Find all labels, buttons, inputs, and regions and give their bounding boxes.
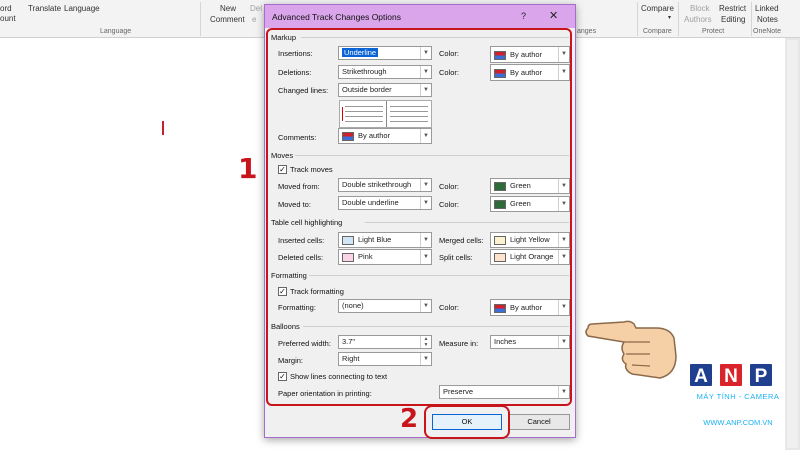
changes-group-label: anges xyxy=(577,28,597,35)
new-comment-button-line1[interactable]: New xyxy=(220,4,236,13)
delete-comment-button-partial-line2[interactable]: e xyxy=(252,15,256,24)
compare-button[interactable]: Compare xyxy=(641,4,674,13)
logo-tagline: MÁY TÍNH - CAMERA xyxy=(696,392,780,401)
text-cursor xyxy=(162,121,164,135)
logo-letter-p: P xyxy=(748,362,774,388)
onenote-group-label: OneNote xyxy=(753,28,782,35)
logo-letter-n: N xyxy=(718,362,744,388)
help-button[interactable]: ? xyxy=(521,11,526,21)
pointing-hand-icon xyxy=(585,320,677,379)
ribbon-separator xyxy=(751,2,752,36)
compare-group-label: Compare xyxy=(643,28,672,35)
anp-logo-letters: ANP xyxy=(688,362,778,388)
block-authors-button[interactable]: Authors xyxy=(684,15,712,24)
annotation-step-1: 1 xyxy=(238,152,258,185)
annotation-box-ok xyxy=(424,405,510,439)
dialog-title: Advanced Track Changes Options xyxy=(272,12,401,22)
linked-notes-button[interactable]: Notes xyxy=(757,15,778,24)
logo-letter-a: A xyxy=(688,362,714,388)
delete-comment-button-partial[interactable]: Del xyxy=(250,4,262,13)
anp-logo: ANP MÁY TÍNH - CAMERA 098 772 0 772 WWW.… xyxy=(688,362,788,432)
logo-website: WWW.ANP.COM.VN xyxy=(703,418,773,427)
restrict-editing-button[interactable]: Editing xyxy=(721,15,745,24)
annotation-step-2: 2 xyxy=(400,404,419,434)
dialog-titlebar[interactable]: Advanced Track Changes Options ? ✕ xyxy=(265,5,575,28)
cancel-button[interactable]: Cancel xyxy=(508,414,570,430)
linked-notes-button-line1[interactable]: Linked xyxy=(755,4,779,13)
compare-dropdown-icon[interactable]: ▾ xyxy=(668,14,671,21)
word-count-button-partial[interactable]: ord xyxy=(0,4,12,13)
ribbon-separator xyxy=(678,2,679,36)
protect-group-label: Protect xyxy=(702,28,725,35)
vertical-scrollbar[interactable] xyxy=(787,40,798,448)
language-button[interactable]: Language xyxy=(64,4,100,13)
ribbon-separator xyxy=(637,2,638,36)
ribbon-separator xyxy=(200,2,201,36)
close-button[interactable]: ✕ xyxy=(549,9,558,22)
restrict-editing-button-line1[interactable]: Restrict xyxy=(719,4,746,13)
block-authors-button-line1[interactable]: Block xyxy=(690,4,710,13)
translate-button[interactable]: Translate xyxy=(28,4,61,13)
new-comment-button[interactable]: Comment xyxy=(210,15,245,24)
logo-phone: 098 772 0 772 xyxy=(699,403,777,415)
word-count-button-partial-line2[interactable]: ount xyxy=(0,14,16,23)
annotation-box-settings xyxy=(266,28,572,406)
language-group-label: Language xyxy=(100,28,132,35)
